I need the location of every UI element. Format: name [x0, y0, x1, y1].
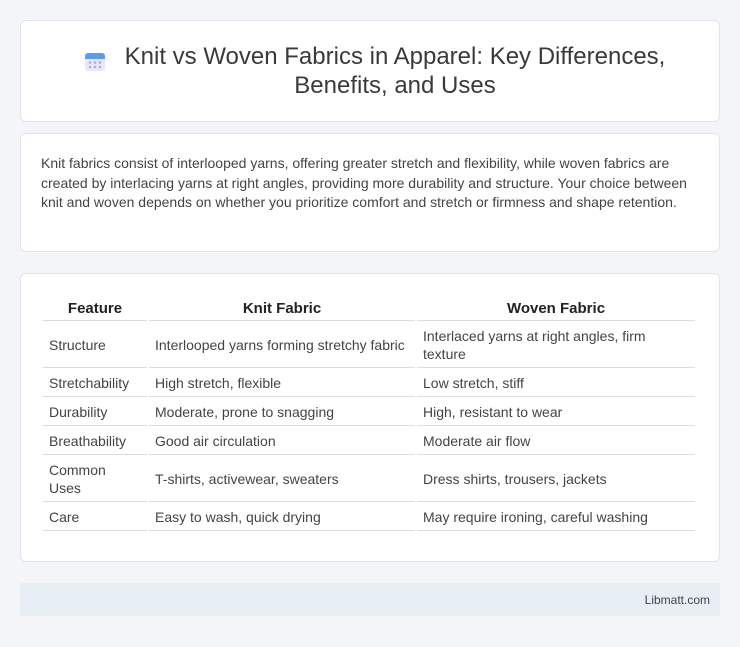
footer: Libmatt.com: [20, 583, 720, 616]
cell-knit: Interlooped yarns forming stretchy fabri…: [149, 323, 415, 368]
cell-woven: May require ironing, careful washing: [417, 504, 695, 531]
table-row: Structure Interlooped yarns forming stre…: [43, 323, 695, 368]
cell-knit: Good air circulation: [149, 428, 415, 455]
cell-feature: Breathability: [43, 428, 147, 455]
header-woven: Woven Fabric: [417, 296, 695, 321]
cell-feature: Structure: [43, 323, 147, 368]
cell-knit: High stretch, flexible: [149, 370, 415, 397]
cell-feature: Stretchability: [43, 370, 147, 397]
cell-woven: Interlaced yarns at right angles, firm t…: [417, 323, 695, 368]
cell-knit: Moderate, prone to snagging: [149, 399, 415, 426]
table-row: Common Uses T-shirts, activewear, sweate…: [43, 457, 695, 502]
comparison-table: Feature Knit Fabric Woven Fabric Structu…: [41, 294, 697, 533]
cell-feature: Durability: [43, 399, 147, 426]
table-row: Durability Moderate, prone to snagging H…: [43, 399, 695, 426]
cell-feature: Common Uses: [43, 457, 147, 502]
table-card: Feature Knit Fabric Woven Fabric Structu…: [20, 273, 720, 562]
title-card: Knit vs Woven Fabrics in Apparel: Key Di…: [20, 20, 720, 122]
cell-knit: T-shirts, activewear, sweaters: [149, 457, 415, 502]
intro-text: Knit fabrics consist of interlooped yarn…: [41, 155, 687, 210]
footer-site-name[interactable]: Libmatt.com: [645, 593, 710, 607]
cell-knit: Easy to wash, quick drying: [149, 504, 415, 531]
table-row: Breathability Good air circulation Moder…: [43, 428, 695, 455]
table-row: Care Easy to wash, quick drying May requ…: [43, 504, 695, 531]
cell-woven: High, resistant to wear: [417, 399, 695, 426]
cell-woven: Dress shirts, trousers, jackets: [417, 457, 695, 502]
intro-card: Knit fabrics consist of interlooped yarn…: [20, 133, 720, 252]
table-header-row: Feature Knit Fabric Woven Fabric: [43, 296, 695, 321]
header-knit: Knit Fabric: [149, 296, 415, 321]
table-row: Stretchability High stretch, flexible Lo…: [43, 370, 695, 397]
cell-woven: Low stretch, stiff: [417, 370, 695, 397]
cell-feature: Care: [43, 504, 147, 531]
header-feature: Feature: [43, 296, 147, 321]
cell-woven: Moderate air flow: [417, 428, 695, 455]
page-title: Knit vs Woven Fabrics in Apparel: Key Di…: [124, 43, 666, 99]
